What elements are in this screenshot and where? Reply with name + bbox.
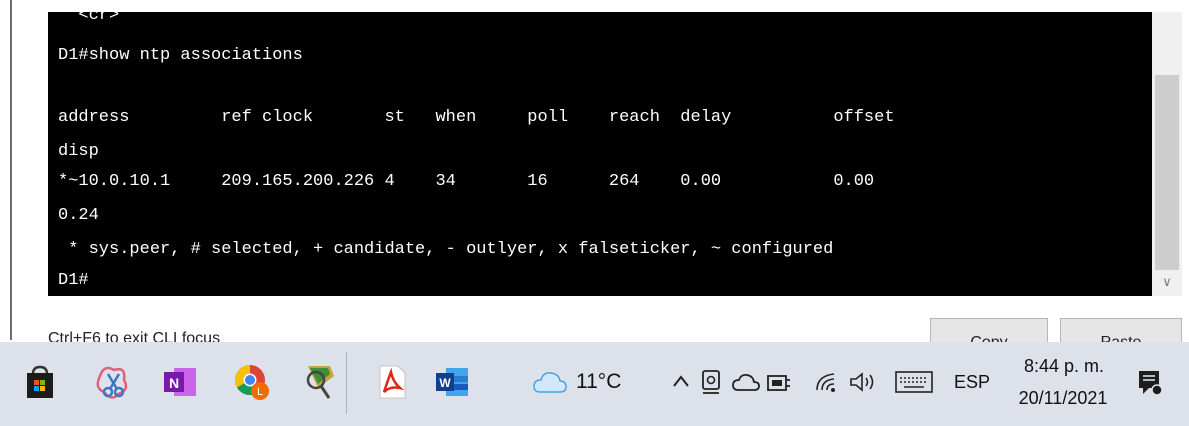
terminal-line: D1#show ntp associations	[58, 46, 303, 65]
svg-text:L: L	[257, 386, 263, 398]
meet-now-icon[interactable]	[700, 368, 724, 396]
svg-text:W: W	[439, 376, 451, 390]
svg-text:N: N	[169, 375, 179, 391]
snipping-tool-icon[interactable]	[92, 362, 132, 402]
onedrive-cloud-icon[interactable]	[732, 372, 760, 394]
terminal-line: address ref clock st when poll reach del…	[58, 108, 895, 127]
weather-temperature[interactable]: 11°C	[576, 370, 621, 394]
terminal-line: * sys.peer, # selected, + candidate, - o…	[58, 240, 834, 259]
notifications-icon[interactable]	[1136, 368, 1164, 398]
touch-keyboard-icon[interactable]	[894, 370, 934, 394]
terminal-line: <cr>	[58, 12, 120, 25]
input-language[interactable]: ESP	[954, 372, 990, 393]
taskbar: N L W 11°C ESP 8:44 p. m. 20/11/2021	[0, 342, 1189, 426]
terminal-prompt: D1#	[58, 271, 89, 290]
window-edge	[10, 0, 12, 340]
cli-terminal[interactable]: <cr> D1#show ntp associations address re…	[48, 12, 1152, 296]
wifi-icon[interactable]	[814, 370, 842, 394]
terminal-scrollbar[interactable]: ∨	[1152, 12, 1182, 296]
taskbar-separator	[346, 352, 347, 414]
scroll-down-icon[interactable]: ∨	[1152, 270, 1182, 296]
network-tool-icon[interactable]	[300, 362, 340, 402]
clock-date[interactable]: 20/11/2021	[1008, 388, 1118, 409]
device-icon[interactable]	[766, 372, 792, 394]
acrobat-icon[interactable]	[372, 362, 412, 402]
terminal-line: disp	[58, 142, 99, 161]
scrollbar-thumb[interactable]	[1155, 75, 1179, 270]
store-icon[interactable]	[20, 362, 60, 402]
volume-icon[interactable]	[848, 370, 880, 394]
onenote-icon[interactable]: N	[160, 362, 200, 402]
chrome-icon[interactable]: L	[232, 362, 272, 402]
terminal-line: 0.24	[58, 206, 99, 225]
terminal-line: *~10.0.10.1 209.165.200.226 4 34 16 264 …	[58, 172, 875, 191]
chevron-up-icon[interactable]	[672, 374, 690, 388]
clock-time[interactable]: 8:44 p. m.	[1014, 356, 1114, 377]
word-icon[interactable]: W	[432, 362, 472, 402]
weather-cloud-icon[interactable]	[532, 368, 568, 396]
